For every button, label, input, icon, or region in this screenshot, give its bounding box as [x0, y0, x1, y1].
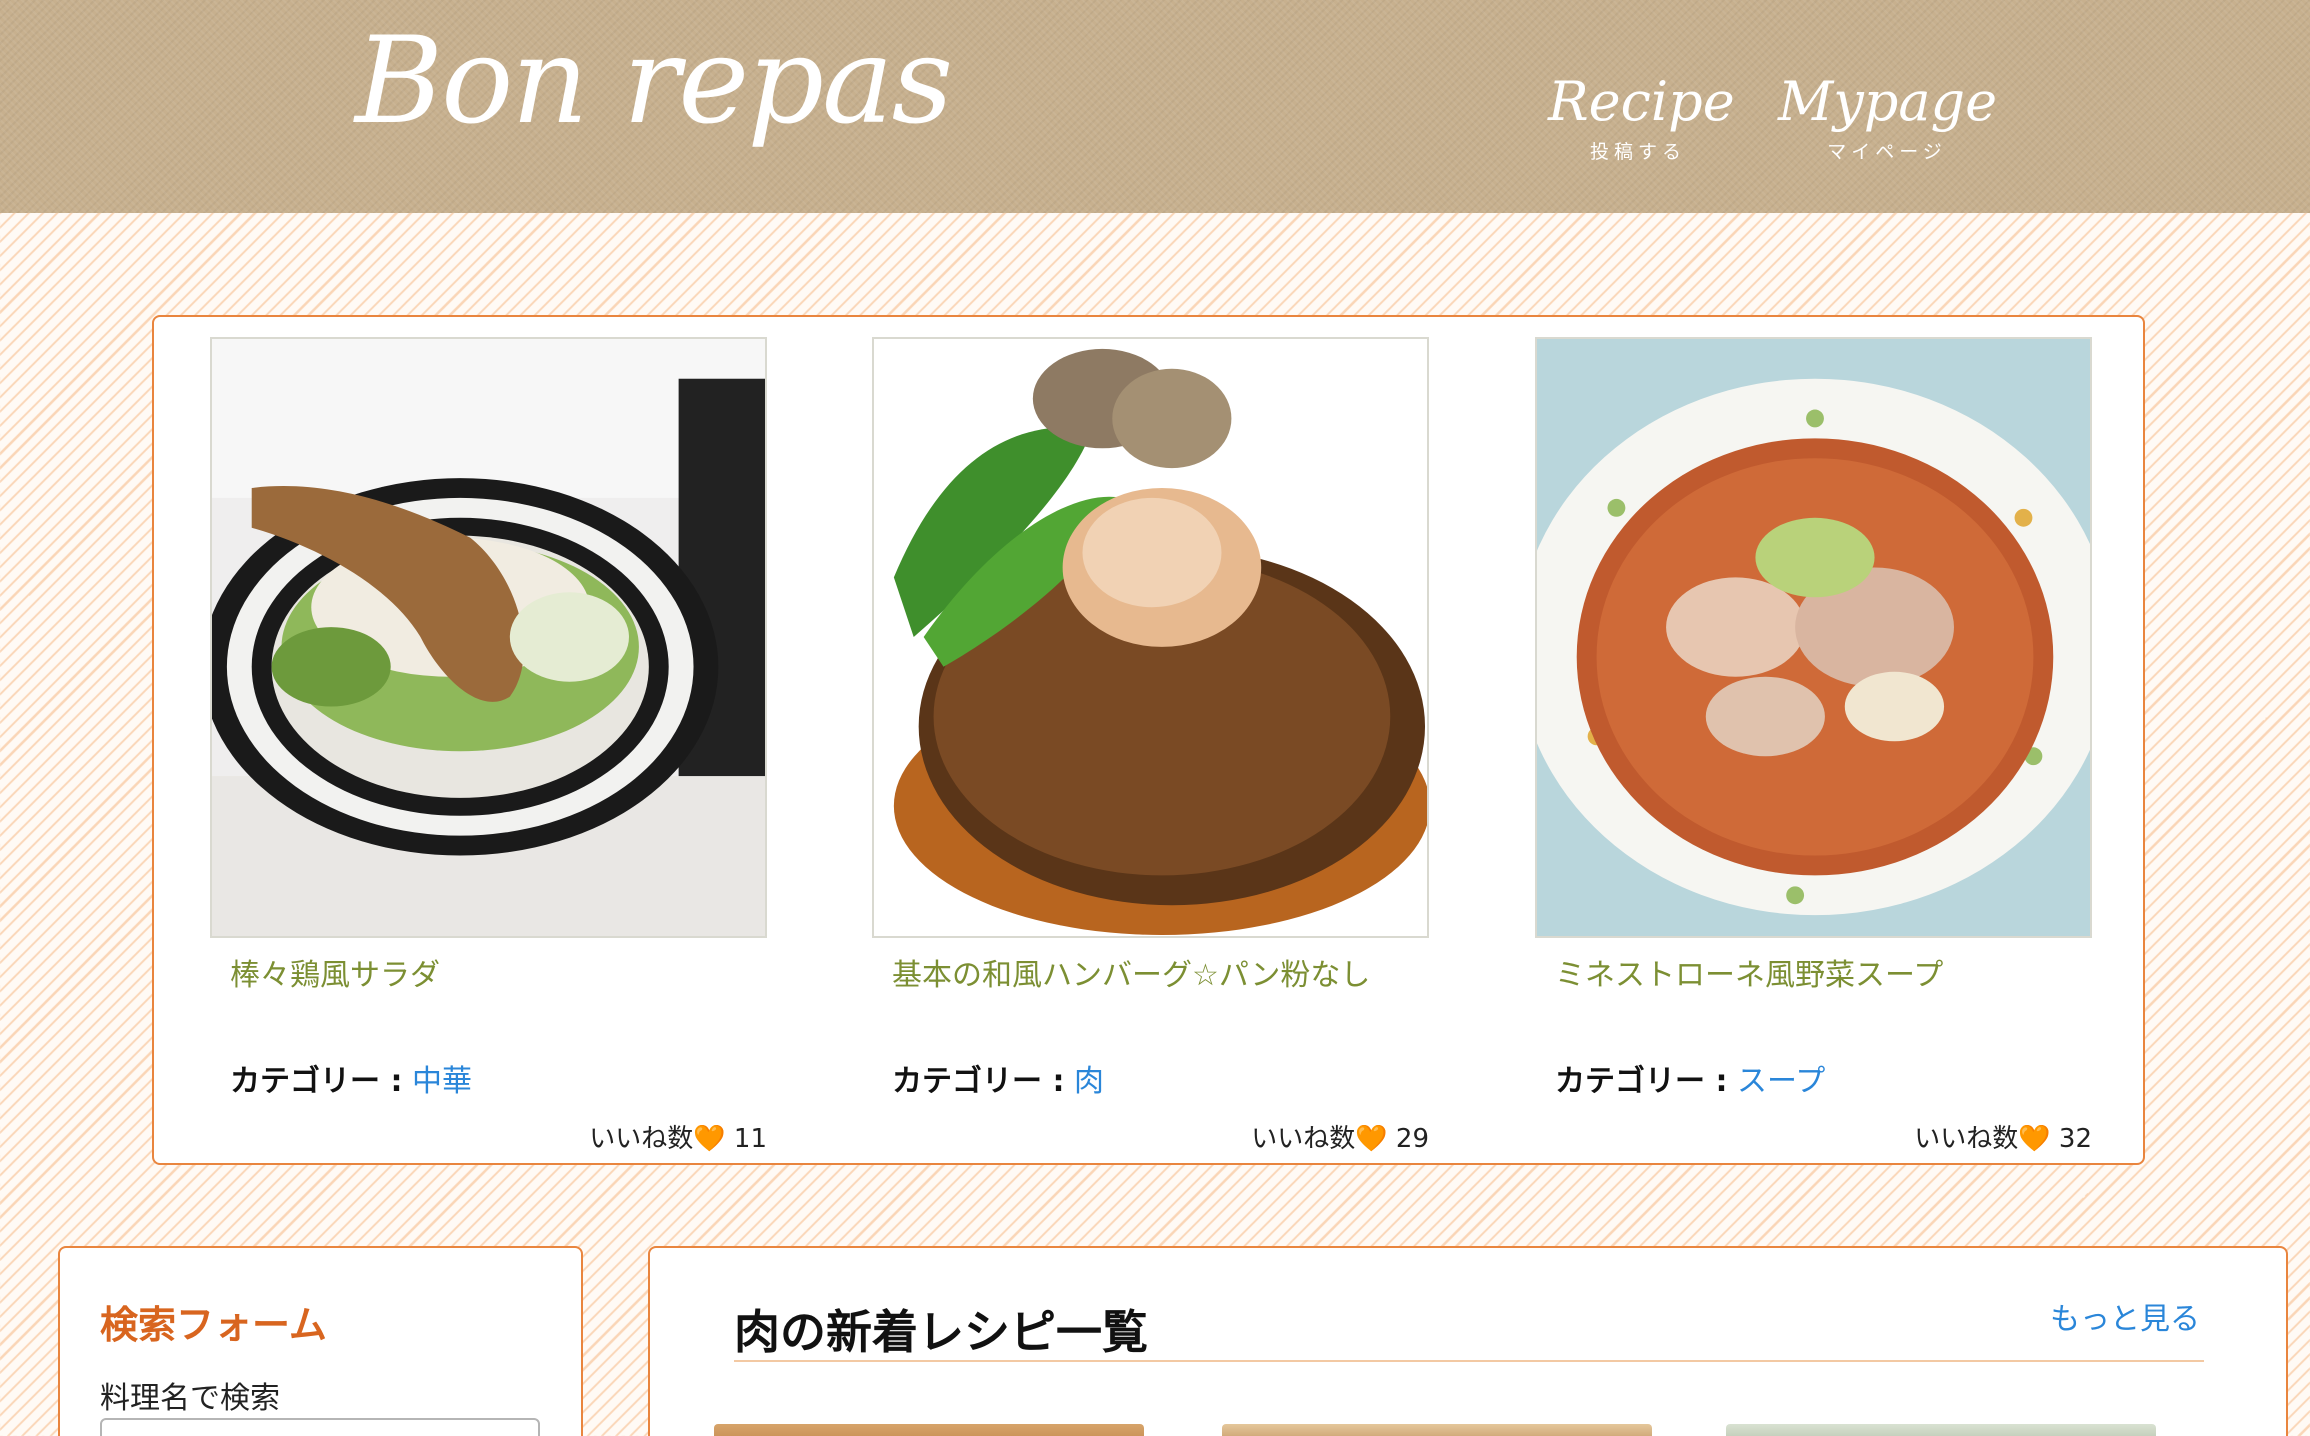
- category-label: カテゴリー :: [892, 1064, 1065, 1099]
- category-link[interactable]: スープ: [1737, 1064, 1825, 1099]
- category-label: カテゴリー :: [230, 1064, 403, 1099]
- nav-recipe-sub: 投稿する: [1589, 141, 1686, 164]
- recipe-category: カテゴリー : 中華: [210, 1056, 767, 1100]
- recipe-category: カテゴリー : スープ: [1535, 1056, 2092, 1100]
- search-input[interactable]: [100, 1418, 540, 1436]
- recipe-card: ミネストローネ風野菜スープ カテゴリー : スープ いいね数🧡 32: [1535, 337, 2092, 1155]
- recipe-image-minestrone-vegetable-soup[interactable]: [1535, 337, 2092, 938]
- recipe-image-bang-bang-chicken-salad[interactable]: [210, 337, 767, 938]
- heart-icon: 🧡: [693, 1124, 726, 1154]
- site-logo[interactable]: Bon repas: [355, 12, 953, 151]
- like-label: いいね数: [589, 1124, 694, 1154]
- recent-recipes-title: 肉の新着レシピ一覧: [734, 1305, 1148, 1359]
- like-value: 29: [1395, 1124, 1429, 1154]
- recipe-title-link[interactable]: 基本の和風ハンバーグ☆パン粉なし: [872, 950, 1429, 994]
- like-value: 11: [733, 1124, 767, 1154]
- recipe-image-japanese-hamburg-steak[interactable]: [872, 337, 1429, 938]
- like-count: いいね数🧡 11: [210, 1118, 767, 1155]
- nav-mypage[interactable]: Mypage マイページ: [1778, 70, 1998, 164]
- search-form-title: 検索フォーム: [100, 1303, 327, 1347]
- recipe-category: カテゴリー : 肉: [872, 1056, 1429, 1100]
- nav-recipe-title: Recipe: [1548, 70, 1735, 133]
- recipe-title-link[interactable]: 棒々鶏風サラダ: [210, 950, 767, 994]
- like-value: 32: [2058, 1124, 2092, 1154]
- search-form-panel: 検索フォーム 料理名で検索: [58, 1246, 583, 1436]
- featured-recipes-panel: 棒々鶏風サラダ カテゴリー : 中華 いいね数🧡 11 基本の和風ハンバーグ☆パ…: [152, 315, 2145, 1165]
- heart-icon: 🧡: [2018, 1124, 2051, 1154]
- like-label: いいね数: [1251, 1124, 1356, 1154]
- category-link[interactable]: 中華: [412, 1064, 472, 1099]
- recent-recipe-thumbnail[interactable]: [714, 1424, 1144, 1436]
- divider: [734, 1360, 2204, 1362]
- nav-mypage-title: Mypage: [1778, 70, 1998, 133]
- recent-recipes-panel: 肉の新着レシピ一覧 もっと見る: [648, 1246, 2288, 1436]
- category-label: カテゴリー :: [1555, 1064, 1728, 1099]
- search-by-name-label: 料理名で検索: [100, 1381, 280, 1416]
- site-header: Bon repas Recipe 投稿する Mypage マイページ: [0, 0, 2310, 213]
- category-link[interactable]: 肉: [1074, 1064, 1104, 1099]
- like-count: いいね数🧡 29: [872, 1118, 1429, 1155]
- see-more-link[interactable]: もっと見る: [2050, 1294, 2200, 1338]
- heart-icon: 🧡: [1355, 1124, 1388, 1154]
- recipe-card: 基本の和風ハンバーグ☆パン粉なし カテゴリー : 肉 いいね数🧡 29: [872, 337, 1429, 1155]
- recent-recipe-thumbnail[interactable]: [1726, 1424, 2156, 1436]
- like-label: いいね数: [1914, 1124, 2019, 1154]
- like-count: いいね数🧡 32: [1535, 1118, 2092, 1155]
- nav-recipe-post[interactable]: Recipe 投稿する: [1548, 70, 1735, 164]
- recipe-card: 棒々鶏風サラダ カテゴリー : 中華 いいね数🧡 11: [210, 337, 767, 1155]
- recipe-title-link[interactable]: ミネストローネ風野菜スープ: [1535, 950, 2092, 994]
- recent-recipe-thumbnail[interactable]: [1222, 1424, 1652, 1436]
- nav-mypage-sub: マイページ: [1827, 141, 1947, 164]
